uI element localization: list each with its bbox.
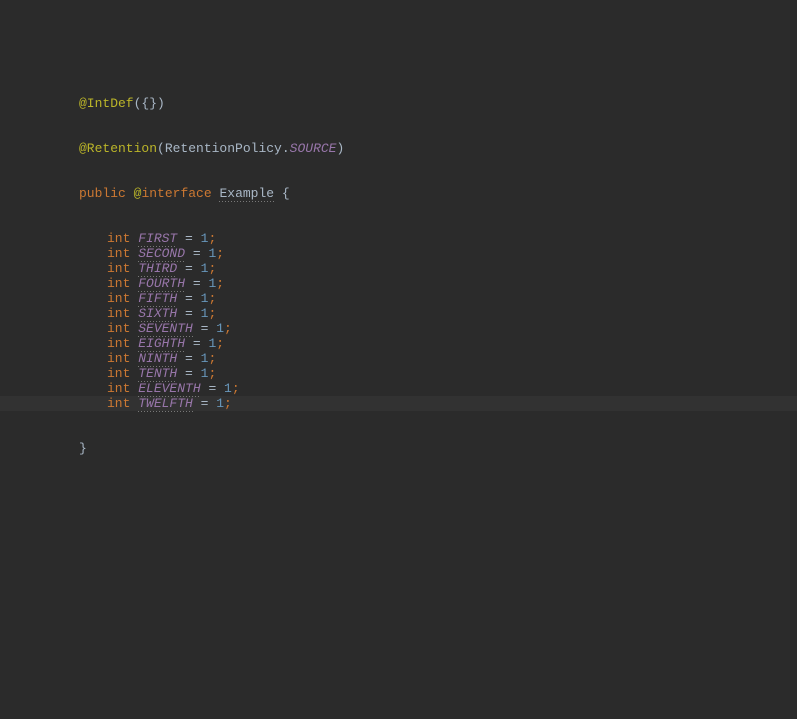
dot: . (282, 141, 290, 156)
keyword-int: int (107, 381, 130, 396)
semicolon: ; (208, 306, 216, 321)
keyword-int: int (107, 396, 130, 411)
number-literal: 1 (216, 396, 224, 411)
semicolon: ; (216, 336, 224, 351)
semicolon: ; (216, 276, 224, 291)
keyword-int: int (107, 246, 130, 261)
class-ref: RetentionPolicy (165, 141, 282, 156)
keyword-int: int (107, 291, 130, 306)
constant-name: NINTH (138, 351, 177, 367)
braces-empty: {} (141, 96, 157, 111)
equals: = (201, 381, 224, 396)
keyword-int: int (107, 336, 130, 351)
equals: = (177, 261, 200, 276)
equals: = (185, 336, 208, 351)
keyword-int: int (107, 306, 130, 321)
semicolon: ; (208, 231, 216, 246)
code-line[interactable]: int SEVENTH = 1; (0, 321, 797, 336)
semicolon: ; (208, 261, 216, 276)
semicolon: ; (224, 396, 232, 411)
code-line[interactable]: public @interface Example { (0, 186, 797, 201)
number-literal: 1 (224, 381, 232, 396)
semicolon: ; (224, 321, 232, 336)
code-line[interactable]: } (0, 441, 797, 456)
code-line[interactable]: int FIFTH = 1; (0, 291, 797, 306)
code-line[interactable]: int FOURTH = 1; (0, 276, 797, 291)
code-line[interactable]: int TWELFTH = 1; (0, 396, 797, 411)
code-line[interactable]: int EIGHTH = 1; (0, 336, 797, 351)
annotation-retention: @Retention (79, 141, 157, 156)
constant-name: SEVENTH (138, 321, 193, 337)
keyword-int: int (107, 321, 130, 336)
constant-name: TENTH (138, 366, 177, 382)
equals: = (177, 231, 200, 246)
equals: = (177, 291, 200, 306)
enum-value: SOURCE (290, 141, 337, 156)
equals: = (177, 306, 200, 321)
semicolon: ; (208, 366, 216, 381)
keyword-interface: interface (141, 186, 211, 201)
constant-name: SECOND (138, 246, 185, 262)
equals: = (177, 366, 200, 381)
constant-name: FIFTH (138, 291, 177, 307)
code-line[interactable]: int SIXTH = 1; (0, 306, 797, 321)
code-line[interactable]: @Retention(RetentionPolicy.SOURCE) (0, 141, 797, 156)
keyword-int: int (107, 276, 130, 291)
brace-close: } (79, 441, 87, 456)
constant-name: THIRD (138, 261, 177, 277)
paren-open: ( (157, 141, 165, 156)
constant-name: ELEVENTH (138, 381, 200, 397)
code-line[interactable]: @IntDef({}) (0, 96, 797, 111)
semicolon: ; (208, 351, 216, 366)
code-line[interactable]: int THIRD = 1; (0, 261, 797, 276)
constant-name: FOURTH (138, 276, 185, 292)
code-line[interactable]: int TENTH = 1; (0, 366, 797, 381)
constant-name: EIGHTH (138, 336, 185, 352)
equals: = (193, 321, 216, 336)
keyword-public: public (79, 186, 126, 201)
paren-close: ) (157, 96, 165, 111)
semicolon: ; (232, 381, 240, 396)
constant-name: FIRST (138, 231, 177, 247)
type-name: Example (219, 186, 274, 202)
number-literal: 1 (216, 321, 224, 336)
code-editor[interactable]: @IntDef({}) @Retention(RetentionPolicy.S… (0, 0, 797, 471)
equals: = (185, 276, 208, 291)
code-line[interactable]: int SECOND = 1; (0, 246, 797, 261)
brace-open: { (274, 186, 290, 201)
keyword-int: int (107, 231, 130, 246)
keyword-int: int (107, 366, 130, 381)
keyword-int: int (107, 351, 130, 366)
constant-name: SIXTH (138, 306, 177, 322)
keyword-int: int (107, 261, 130, 276)
equals: = (177, 351, 200, 366)
equals: = (185, 246, 208, 261)
code-line[interactable]: int NINTH = 1; (0, 351, 797, 366)
semicolon: ; (208, 291, 216, 306)
paren-close: ) (336, 141, 344, 156)
annotation-intdef: @IntDef (79, 96, 134, 111)
code-line[interactable]: int ELEVENTH = 1; (0, 381, 797, 396)
equals: = (193, 396, 216, 411)
semicolon: ; (216, 246, 224, 261)
code-line[interactable]: int FIRST = 1; (0, 231, 797, 246)
constant-name: TWELFTH (138, 396, 193, 412)
